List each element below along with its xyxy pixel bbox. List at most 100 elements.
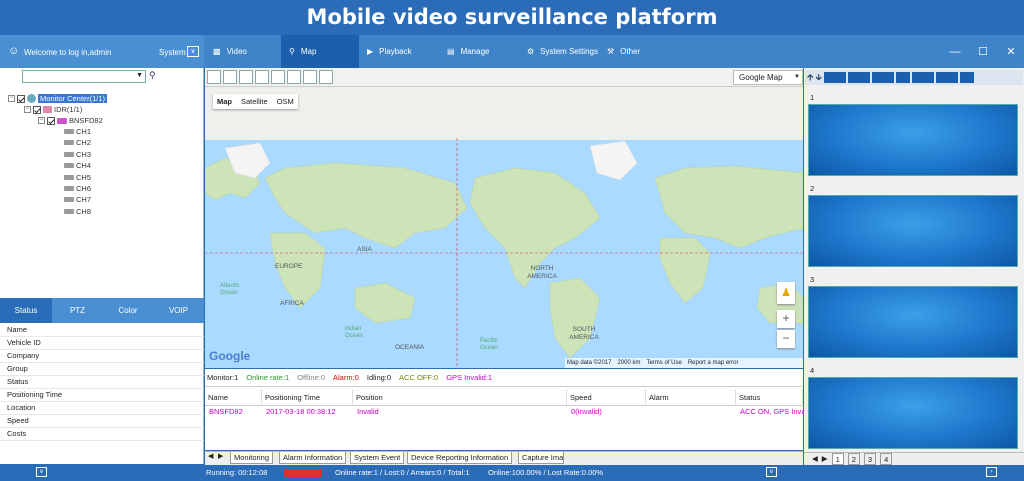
tab-monitoring[interactable]: Monitoring (230, 452, 274, 464)
tab-map[interactable]: ⚲ Map (281, 35, 359, 68)
line-tool-icon[interactable] (255, 70, 269, 84)
root-checkbox[interactable] (17, 94, 25, 103)
tab-color[interactable]: Color (103, 298, 153, 323)
tab-capture-image[interactable]: Capture Ima (518, 452, 564, 464)
tab-manage[interactable]: ▤ Manage (439, 35, 519, 68)
tree-channel[interactable]: CH5 (64, 172, 91, 183)
search-input[interactable]: ▼ (22, 70, 146, 83)
tree-device[interactable]: − BNSFD82 (38, 115, 103, 126)
arrow-down-icon[interactable]: 🡳 (815, 70, 821, 85)
tab-status[interactable]: Status (0, 298, 52, 323)
map-type-osm[interactable]: OSM (277, 97, 294, 106)
tab-alarm-information[interactable]: Alarm Information (279, 452, 347, 464)
scroll-left-icon[interactable]: ◀ (812, 453, 818, 465)
tab-system-settings[interactable]: ⚙ System Settings (519, 35, 599, 68)
square-tool-icon[interactable] (223, 70, 237, 84)
street-view-icon[interactable]: ♟ (777, 282, 795, 304)
table-cell[interactable]: ACC ON, GPS Invalid (736, 406, 803, 417)
page-tab[interactable]: 3 (863, 453, 877, 465)
col-position[interactable]: Position (353, 389, 567, 406)
chevron-down-icon[interactable]: ▼ (136, 72, 143, 79)
tab-video[interactable]: ▩ Video (205, 35, 281, 68)
device-checkbox[interactable] (47, 116, 55, 125)
search-icon[interactable]: ⚲ (149, 70, 156, 81)
col-positioning-time[interactable]: Positioning Time (262, 389, 353, 406)
scroll-left-icon[interactable]: ◀ (208, 452, 213, 460)
stop-icon[interactable] (935, 72, 958, 83)
close-icon[interactable]: ✕ (996, 35, 1024, 68)
table-cell[interactable]: Invalid (353, 406, 567, 417)
tree-channel[interactable]: CH6 (64, 183, 91, 194)
map-type-map[interactable]: Map (217, 97, 232, 106)
col-status[interactable]: Status (736, 389, 803, 406)
zoom-tool-icon[interactable] (271, 70, 285, 84)
gear-icon: ⚙ (527, 47, 535, 56)
chevron-down-icon[interactable]: ∨ (36, 467, 47, 477)
tab-playback[interactable]: ▶ Playback (359, 35, 439, 68)
terms-link[interactable]: Terms of Use (646, 358, 681, 368)
tree-channel[interactable]: CH4 (64, 160, 91, 171)
collapse-icon[interactable]: − (8, 95, 15, 102)
table-cell[interactable] (646, 406, 736, 417)
tree-channel[interactable]: CH7 (64, 194, 91, 205)
zoom-out-button[interactable]: − (777, 330, 795, 348)
col-speed[interactable]: Speed (567, 389, 646, 406)
layout-icon[interactable] (823, 72, 846, 83)
maximize-icon[interactable]: ☐ (968, 35, 998, 68)
map-label-south-america: SOUTH AMERICA (569, 326, 599, 341)
page-tab[interactable]: 2 (847, 453, 860, 465)
tab-system-event[interactable]: System Event (350, 452, 405, 464)
video-slot[interactable] (808, 286, 1018, 358)
polygon-tool-icon[interactable] (239, 70, 253, 84)
video-slot[interactable] (808, 104, 1018, 176)
tree-root[interactable]: − Monitor Center(1/1) (8, 93, 108, 104)
table-cell[interactable]: 0(Invalid) (567, 406, 646, 417)
record-icon[interactable] (871, 72, 894, 83)
col-name[interactable]: Name (205, 389, 262, 406)
page-tab[interactable]: 1 (831, 453, 844, 465)
scroll-right-icon[interactable]: ▶ (822, 453, 828, 465)
tree-channel[interactable]: CH8 (64, 206, 91, 217)
col-alarm[interactable]: Alarm (646, 389, 736, 406)
table-cell[interactable]: 2017-03-18 00:38:12 (262, 406, 353, 417)
system-label[interactable]: System (159, 48, 186, 57)
map-provider-select[interactable]: Google Map ▼ (733, 70, 803, 85)
map-type-satellite[interactable]: Satellite (241, 97, 268, 106)
report-link[interactable]: Report a map error (688, 358, 739, 368)
group-checkbox[interactable] (33, 105, 41, 114)
video-slot[interactable] (808, 377, 1018, 449)
arrow-up-icon[interactable]: 🡱 (807, 70, 813, 85)
collapse-icon[interactable]: − (38, 117, 45, 124)
chevron-down-icon[interactable]: ∨ (187, 46, 199, 57)
menu-icon[interactable] (959, 72, 974, 83)
table-cell[interactable]: BNSFD82 (205, 406, 262, 417)
tab-ptz[interactable]: PTZ (52, 298, 103, 323)
tree-channel[interactable]: CH2 (64, 137, 91, 148)
offline-count: Offline:0 (297, 373, 326, 382)
map-view[interactable]: Map Satellite OSM ASIA EUROPE AFRICA OCE… (205, 68, 803, 368)
scroll-right-icon[interactable]: ▶ (218, 452, 223, 460)
video-slot[interactable] (808, 195, 1018, 267)
tree-channel[interactable]: CH1 (64, 126, 91, 137)
chevron-right-icon[interactable]: › (986, 467, 997, 477)
fullscreen-icon[interactable] (303, 70, 317, 84)
flag-tool-icon[interactable] (207, 70, 221, 84)
tab-other[interactable]: ⚒ Other (599, 35, 677, 68)
tree-channel[interactable]: CH3 (64, 149, 91, 160)
user-panel: ☺ Welcome to log in,admin System ∨ (0, 35, 204, 68)
page-tab[interactable]: 4 (880, 453, 893, 465)
tab-voip[interactable]: VOIP (153, 298, 204, 323)
split-icon[interactable] (847, 72, 870, 83)
minimize-icon[interactable]: — (940, 35, 970, 68)
volume-icon[interactable] (895, 72, 910, 83)
save-map-icon[interactable] (319, 70, 333, 84)
tab-device-reporting[interactable]: Device Reporting Information (407, 452, 513, 464)
zoom-in-button[interactable]: + (777, 310, 795, 328)
collapse-icon[interactable]: − (24, 106, 31, 113)
folder-icon (43, 106, 52, 113)
region-search-icon[interactable] (287, 70, 301, 84)
play-icon[interactable] (911, 72, 934, 83)
chevron-down-icon[interactable]: ∨ (766, 467, 777, 477)
map-footer: Map data ©2017 2000 km Terms of Use Repo… (565, 358, 803, 368)
tree-group[interactable]: − IDR(1/1) (24, 104, 82, 115)
